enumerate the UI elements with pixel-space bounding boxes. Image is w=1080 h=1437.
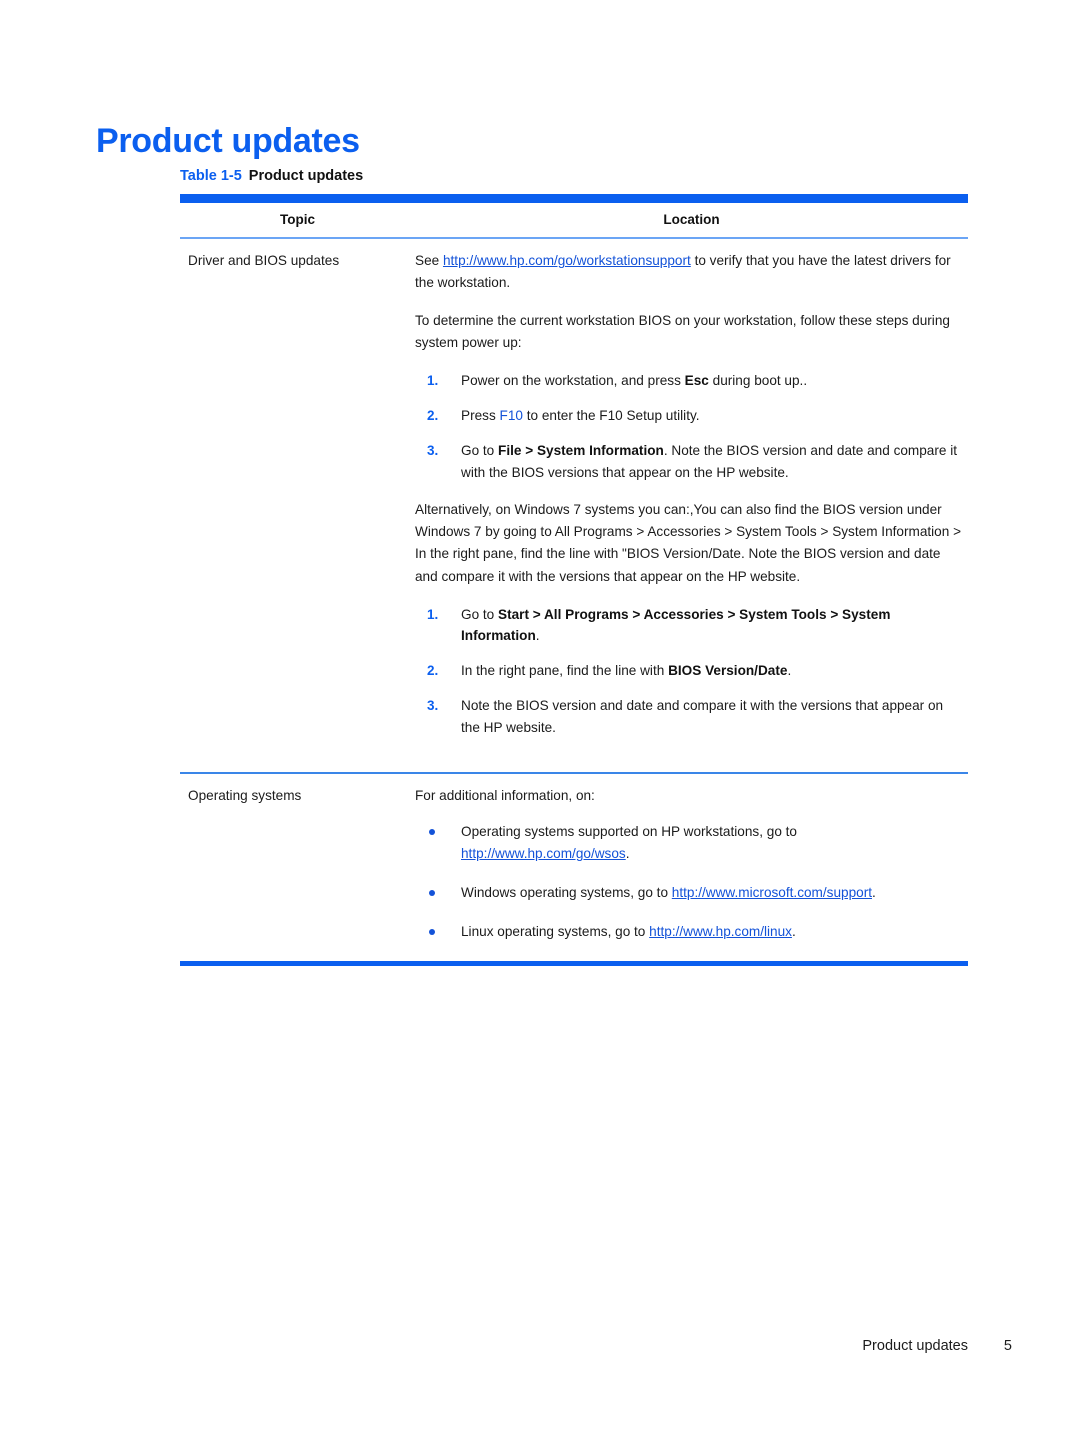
workstationsupport-link[interactable]: http://www.hp.com/go/workstationsupport [443,253,691,268]
footer-page-number: 5 [1003,1338,1012,1354]
step-number: 2. [427,663,439,679]
cell-topic: Operating systems [180,772,415,962]
page-footer: Product updates 5 [0,1338,1080,1362]
step-keyword: File > System Information [498,442,664,458]
step-number: 3. [427,697,439,713]
bullet-text-after-link: . [791,924,796,940]
table-caption-number: Table 1-5 [180,168,242,184]
list-item: Linux operating systems, go to http://ww… [415,921,962,943]
microsoft-support-link[interactable]: http://www.microsoft.com/support [672,885,872,900]
table-header-row: Topic Location [180,203,968,240]
list-item: 2. In the right pane, find the line with… [415,660,962,682]
table-row: Operating systems For additional informa… [180,772,968,962]
hp-linux-link[interactable]: http://www.hp.com/linux [649,924,792,939]
step-text-before-bold: Go to [461,442,499,458]
list-item: 1. Go to Start > All Programs > Accessor… [415,604,962,648]
alternative-method-paragraph: Alternatively, on Windows 7 systems you … [415,502,962,584]
table-caption: Table 1-5 Product updates [180,168,968,185]
bullet-text-before-link: Operating systems supported on HP workst… [461,824,797,840]
step-text-before-bold: Note the BIOS version and date and compa… [461,697,944,735]
step-text-before-bold: Go to [461,606,499,622]
step-keyword: Esc [684,373,709,389]
bios-steps-list-2: 1. Go to Start > All Programs > Accessor… [415,604,962,739]
list-item: 3. Note the BIOS version and date and co… [415,695,962,739]
bullet-text-before-link: Windows operating systems, go to [461,885,672,901]
bullet-text-after-link: . [625,846,630,862]
step-text-after-bold: . [535,628,540,644]
bullet-icon [429,929,435,936]
list-item: 2. Press F10 to enter the F10 Setup util… [415,405,962,427]
hp-wsos-link[interactable]: http://www.hp.com/go/wsos [461,846,626,861]
table: Topic Location Driver and BIOS updates S… [180,203,968,962]
bullet-icon [429,829,435,836]
page-title: Product updates [96,121,360,160]
step-number: 2. [427,408,439,424]
step-number: 1. [427,373,439,389]
cell-location: For additional information, on: Operatin… [415,772,968,962]
step-text-after-bold: during boot up.. [708,373,808,389]
os-links-list: Operating systems supported on HP workst… [415,821,962,943]
cell-topic: Driver and BIOS updates [188,253,340,269]
step-number: 1. [427,606,439,622]
table-caption-title: Product updates [248,168,364,184]
os-lead-in-paragraph: For additional information, on: [415,788,595,804]
table-top-rule [180,194,968,204]
step-text-before-bold: Power on the workstation, and press [461,373,685,389]
location-intro-paragraph: See http://www.hp.com/go/workstationsupp… [415,250,962,294]
product-updates-table: Table 1-5 Product updates Topic Location … [180,168,968,967]
footer-title: Product updates [862,1338,968,1354]
bullet-text-before-link: Linux operating systems, go to [461,924,650,940]
intro-text-before-link: See [415,253,443,269]
step-keyword: Start > All Programs > Accessories > Sys… [461,606,891,644]
step-number: 3. [427,442,439,458]
step-text-before-bold: In the right pane, find the line with [461,663,669,679]
cell-location: See http://www.hp.com/go/workstationsupp… [415,238,968,773]
bullet-icon [429,890,435,897]
list-item: Operating systems supported on HP workst… [415,821,962,865]
column-header-location: Location [415,203,968,240]
document-page: Product updates Table 1-5 Product updates… [0,0,1080,1437]
bullet-text-after-link: . [872,885,876,901]
list-item: 1. Power on the workstation, and press E… [415,370,962,392]
bios-lead-in-paragraph: To determine the current workstation BIO… [415,313,950,351]
step-text-after-blue: to enter the F10 Setup utility. [522,408,700,424]
bios-steps-list-1: 1. Power on the workstation, and press E… [415,370,962,483]
column-header-topic: Topic [180,203,415,240]
table-bottom-rule [180,961,968,967]
f10-crossreference[interactable]: F10 [500,408,523,423]
step-text-after-bold: . [787,663,792,679]
list-item: Windows operating systems, go to http://… [415,882,962,904]
list-item: 3. Go to File > System Information. Note… [415,440,962,484]
step-keyword: BIOS Version/Date [668,663,788,679]
step-text-before-blue: Press [461,408,500,424]
table-row: Driver and BIOS updates See http://www.h… [180,238,968,773]
